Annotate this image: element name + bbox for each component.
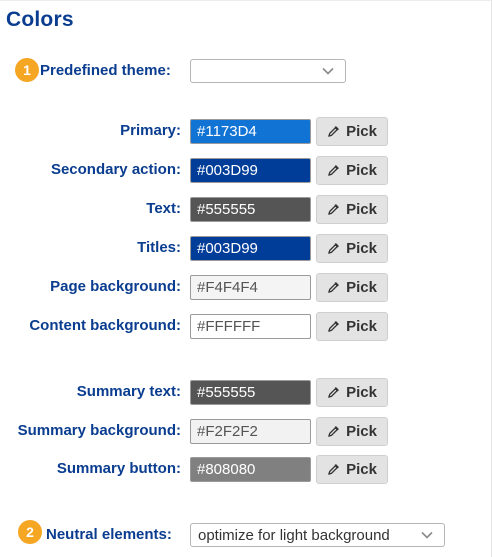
eyedropper-icon <box>328 282 339 293</box>
eyedropper-icon <box>328 387 339 398</box>
pick-button-label: Pick <box>346 384 377 401</box>
pick-button-label: Pick <box>346 201 377 218</box>
summary-text-pick-button[interactable]: Pick <box>316 378 388 407</box>
page-background-pick-button[interactable]: Pick <box>316 273 388 302</box>
primary-pick-button[interactable]: Pick <box>316 117 388 146</box>
content-background-label: Content background: <box>29 317 181 334</box>
eyedropper-icon <box>328 204 339 215</box>
frame-top-border <box>0 0 492 1</box>
titles-label: Titles: <box>137 239 181 256</box>
chevron-down-icon <box>421 531 433 539</box>
pick-button-label: Pick <box>346 162 377 179</box>
summary-text-color-input[interactable]: #555555 <box>190 380 311 405</box>
summary-button-pick-button[interactable]: Pick <box>316 455 388 484</box>
neutral-elements-label: Neutral elements: <box>46 526 172 543</box>
content-background-color-input[interactable]: #FFFFFF <box>190 314 311 339</box>
secondary-action-label: Secondary action: <box>50 161 181 178</box>
pick-button-label: Pick <box>346 318 377 335</box>
summary-text-label: Summary text: <box>76 383 181 400</box>
page-background-color-input[interactable]: #F4F4F4 <box>190 275 311 300</box>
step-badge-2: 2 <box>18 520 42 544</box>
pick-button-label: Pick <box>346 461 377 478</box>
eyedropper-icon <box>328 165 339 176</box>
summary-background-pick-button[interactable]: Pick <box>316 417 388 446</box>
primary-color-input[interactable]: #1173D4 <box>190 119 311 144</box>
primary-label: Primary: <box>120 122 181 139</box>
page-background-label: Page background: <box>50 278 181 295</box>
step-badge-1: 1 <box>15 58 39 82</box>
predefined-theme-select[interactable] <box>190 59 346 83</box>
summary-button-color-input[interactable]: #808080 <box>190 457 311 482</box>
chevron-down-icon <box>322 67 334 75</box>
eyedropper-icon <box>328 426 339 437</box>
secondary-action-color-input[interactable]: #003D99 <box>190 158 311 183</box>
pick-button-label: Pick <box>346 123 377 140</box>
text-label: Text: <box>146 200 181 217</box>
text-pick-button[interactable]: Pick <box>316 195 388 224</box>
predefined-theme-label: Predefined theme: <box>40 62 171 79</box>
content-background-pick-button[interactable]: Pick <box>316 312 388 341</box>
titles-color-input[interactable]: #003D99 <box>190 236 311 261</box>
neutral-elements-select[interactable]: optimize for light background <box>190 523 445 547</box>
neutral-elements-value: optimize for light background <box>198 526 390 544</box>
pick-button-label: Pick <box>346 279 377 296</box>
summary-background-label: Summary background: <box>17 422 181 439</box>
secondary-action-pick-button[interactable]: Pick <box>316 156 388 185</box>
eyedropper-icon <box>328 243 339 254</box>
text-color-input[interactable]: #555555 <box>190 197 311 222</box>
titles-pick-button[interactable]: Pick <box>316 234 388 263</box>
summary-button-label: Summary button: <box>56 460 181 477</box>
eyedropper-icon <box>328 126 339 137</box>
pick-button-label: Pick <box>346 240 377 257</box>
section-title: Colors <box>6 8 74 31</box>
summary-background-color-input[interactable]: #F2F2F2 <box>190 419 311 444</box>
eyedropper-icon <box>328 464 339 475</box>
eyedropper-icon <box>328 321 339 332</box>
pick-button-label: Pick <box>346 423 377 440</box>
